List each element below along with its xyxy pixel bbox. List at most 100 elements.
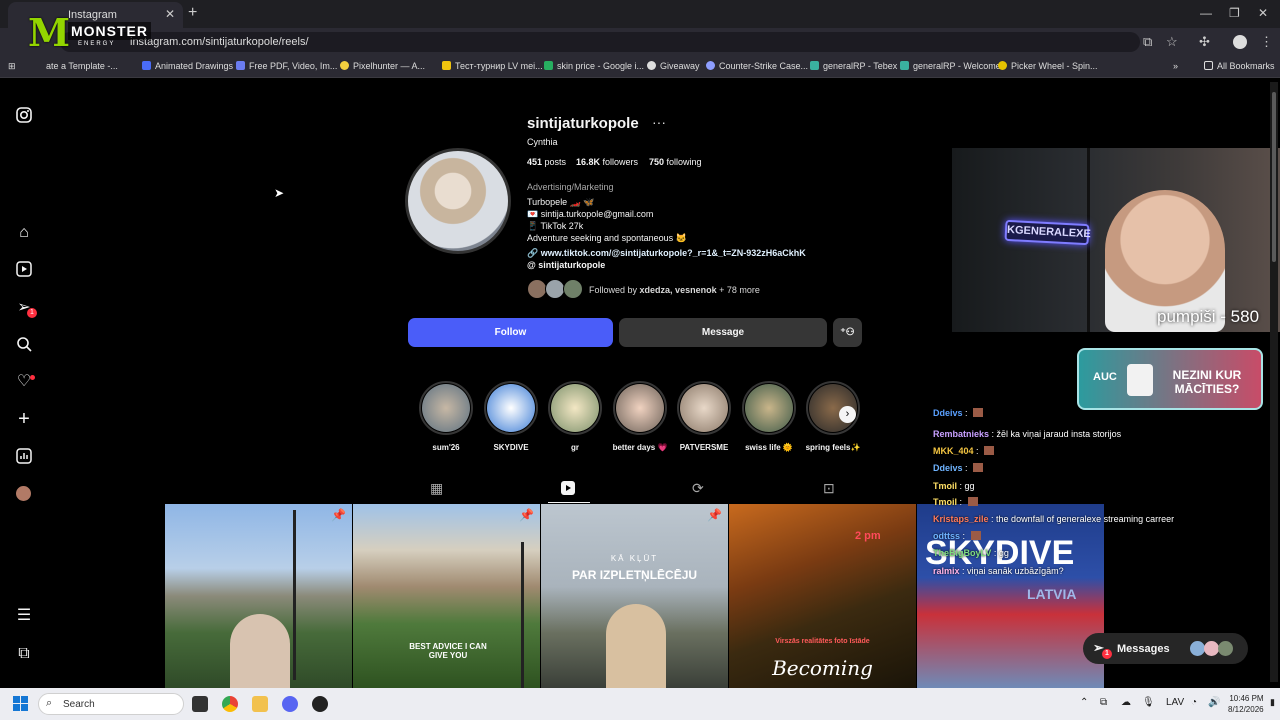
bookmark-item[interactable]: Counter-Strike Case... bbox=[706, 61, 808, 71]
taskbar-search-input[interactable]: ⌕ Search bbox=[38, 693, 184, 715]
volume-icon[interactable]: 🔊 bbox=[1208, 697, 1220, 708]
apps-grid-icon[interactable]: ⊞ bbox=[8, 61, 16, 72]
scrollbar-thumb[interactable] bbox=[1272, 92, 1276, 262]
posts-label: posts bbox=[544, 157, 567, 167]
chat-username: TheBigBoyLV bbox=[933, 548, 992, 558]
followers-stat[interactable]: 16.8K followers bbox=[576, 157, 638, 167]
tab-tagged-icon[interactable]: ⊡ bbox=[823, 480, 835, 497]
bookmark-item[interactable]: Тест-турнир LV mei... bbox=[442, 61, 543, 71]
highlight-circle[interactable] bbox=[613, 381, 667, 435]
browser-menu-icon[interactable]: ⋮ bbox=[1260, 34, 1273, 50]
cast-icon[interactable]: ⧉ bbox=[1143, 34, 1152, 50]
chat-message: Ddeivs : bbox=[933, 408, 984, 418]
highlight-circle[interactable] bbox=[677, 381, 731, 435]
restore-icon[interactable]: ❐ bbox=[1229, 6, 1240, 20]
bookmark-item[interactable]: Animated Drawings bbox=[142, 61, 233, 71]
highlight-circle[interactable] bbox=[742, 381, 796, 435]
chat-separator: : bbox=[959, 566, 968, 576]
bookmarks-overflow-icon[interactable]: » bbox=[1173, 61, 1178, 71]
home-icon[interactable]: ⌂ bbox=[15, 224, 33, 242]
bookmark-item[interactable]: Pixelhunter — A... bbox=[340, 61, 425, 71]
reel-thumbnail[interactable]: 2 pm Virszās realitātes foto īstāde Beco… bbox=[729, 504, 916, 688]
message-button[interactable]: Message bbox=[619, 318, 827, 347]
bookmark-item[interactable]: skin price - Google i... bbox=[544, 61, 644, 71]
wifi-icon[interactable]: ◔ bbox=[1191, 697, 1197, 708]
tray-app-icon[interactable]: ⧉ bbox=[1100, 697, 1107, 708]
tray-network-icon[interactable]: ☁ bbox=[1121, 697, 1131, 708]
threads-link[interactable]: @ sintijaturkopole bbox=[527, 260, 605, 270]
address-bar-row: instagram.com/sintijaturkopole/reels/ ⧉ … bbox=[0, 28, 1280, 56]
profile-username: sintijaturkopole bbox=[527, 115, 639, 132]
bookmark-item[interactable]: generalRP - Tebex bbox=[810, 61, 897, 71]
minimize-icon[interactable]: — bbox=[1200, 6, 1212, 20]
chat-separator: : bbox=[962, 463, 971, 473]
extensions-icon[interactable]: ✣ bbox=[1199, 34, 1210, 50]
url-field[interactable]: instagram.com/sintijaturkopole/reels/ bbox=[60, 32, 1140, 52]
avatar bbox=[1190, 641, 1205, 656]
chat-separator: : bbox=[988, 514, 997, 524]
highlight-label: spring feels✨ bbox=[805, 443, 861, 452]
posts-stat: 451 posts bbox=[527, 157, 566, 167]
followed-by-avatars[interactable] bbox=[527, 279, 587, 299]
app-icon[interactable] bbox=[312, 696, 328, 712]
file-explorer-icon[interactable] bbox=[252, 696, 268, 712]
tab-posts-grid-icon[interactable]: ▦ bbox=[430, 480, 443, 497]
profile-avatar[interactable] bbox=[405, 148, 511, 254]
bookmark-item[interactable]: Picker Wheel - Spin... bbox=[998, 61, 1098, 71]
language-indicator[interactable]: LAV bbox=[1166, 697, 1184, 708]
dashboard-icon[interactable] bbox=[15, 448, 33, 466]
system-clock[interactable]: 10:46 PM 8/12/2026 bbox=[1228, 693, 1264, 715]
follow-button[interactable]: Follow bbox=[408, 318, 613, 347]
task-view-icon[interactable] bbox=[192, 696, 208, 712]
chat-username: Kristaps_zile bbox=[933, 514, 989, 524]
profile-avatar-nav[interactable] bbox=[15, 485, 33, 503]
bio-link[interactable]: 🔗 www.tiktok.com/@sintijaturkopole?_r=1&… bbox=[527, 248, 806, 259]
notifications-icon[interactable]: ▮ bbox=[1270, 697, 1275, 708]
also-from-meta-icon[interactable]: ⧉ bbox=[15, 645, 33, 663]
window-close-icon[interactable]: ✕ bbox=[1258, 6, 1268, 20]
more-menu-icon[interactable]: ☰ bbox=[15, 607, 33, 625]
chat-separator: : bbox=[973, 446, 982, 456]
close-tab-icon[interactable]: ✕ bbox=[165, 7, 175, 21]
highlight-circle[interactable] bbox=[484, 381, 538, 435]
highlight-circle[interactable] bbox=[548, 381, 602, 435]
following-stat[interactable]: 750 following bbox=[649, 157, 702, 167]
windows-start-icon[interactable] bbox=[13, 696, 29, 712]
bookmark-item[interactable]: generalRP - Welcome bbox=[900, 61, 1001, 71]
followed-by-text[interactable]: Followed by xdedza, vesnenok + 78 more bbox=[589, 285, 760, 295]
chat-message: MKK_404 : bbox=[933, 446, 995, 456]
discord-icon[interactable] bbox=[282, 696, 298, 712]
new-tab-icon[interactable]: + bbox=[188, 4, 197, 22]
profile-options-icon[interactable]: ··· bbox=[652, 114, 666, 130]
followers-count: 16.8K bbox=[576, 157, 601, 167]
messages-pill[interactable]: ➢ 1 Messages bbox=[1083, 633, 1248, 664]
create-plus-icon[interactable]: + bbox=[15, 409, 33, 429]
highlight-circle[interactable] bbox=[419, 381, 473, 435]
reel-thumbnail[interactable]: 📌 bbox=[165, 504, 352, 688]
mouse-cursor-icon: ➤ bbox=[274, 186, 285, 200]
bookmark-star-icon[interactable]: ☆ bbox=[1166, 34, 1178, 50]
messages-badge: 1 bbox=[27, 308, 37, 318]
tray-mic-icon[interactable]: 🎙 bbox=[1142, 697, 1155, 708]
search-icon[interactable] bbox=[15, 336, 33, 354]
tray-overflow-icon[interactable]: ⌃ bbox=[1080, 697, 1088, 708]
highlights-next-icon[interactable]: › bbox=[839, 406, 856, 423]
chat-separator: : bbox=[962, 408, 971, 418]
profile-avatar-icon[interactable] bbox=[1233, 35, 1247, 49]
reel-thumbnail[interactable]: BEST ADVICE I CAN GIVE YOU 📌 bbox=[353, 504, 540, 688]
messages-badge: 1 bbox=[1102, 649, 1112, 659]
reel-overlay-text: BEST ADVICE I CAN GIVE YOU bbox=[409, 642, 487, 660]
suggested-users-button[interactable]: ⁺⚇ bbox=[833, 318, 862, 347]
bookmark-item[interactable]: Free PDF, Video, Im... bbox=[236, 61, 337, 71]
instagram-logo-icon[interactable] bbox=[15, 107, 33, 125]
all-bookmarks-folder[interactable]: All Bookmarks bbox=[1204, 61, 1275, 71]
reel-thumbnail[interactable]: KĀ KĻŪT PAR IZPLETŅLĒCĒJU 📌 bbox=[541, 504, 728, 688]
posts-count: 451 bbox=[527, 157, 543, 167]
chrome-icon[interactable] bbox=[222, 696, 238, 712]
tab-reels-icon[interactable] bbox=[560, 480, 576, 499]
neon-sign: KGENERALEXE bbox=[1004, 219, 1091, 246]
notification-dot bbox=[30, 375, 35, 380]
reels-icon[interactable] bbox=[15, 261, 33, 279]
bookmark-item[interactable]: Giveaway bbox=[647, 61, 700, 71]
tab-reposts-icon[interactable]: ⟳ bbox=[692, 480, 704, 497]
